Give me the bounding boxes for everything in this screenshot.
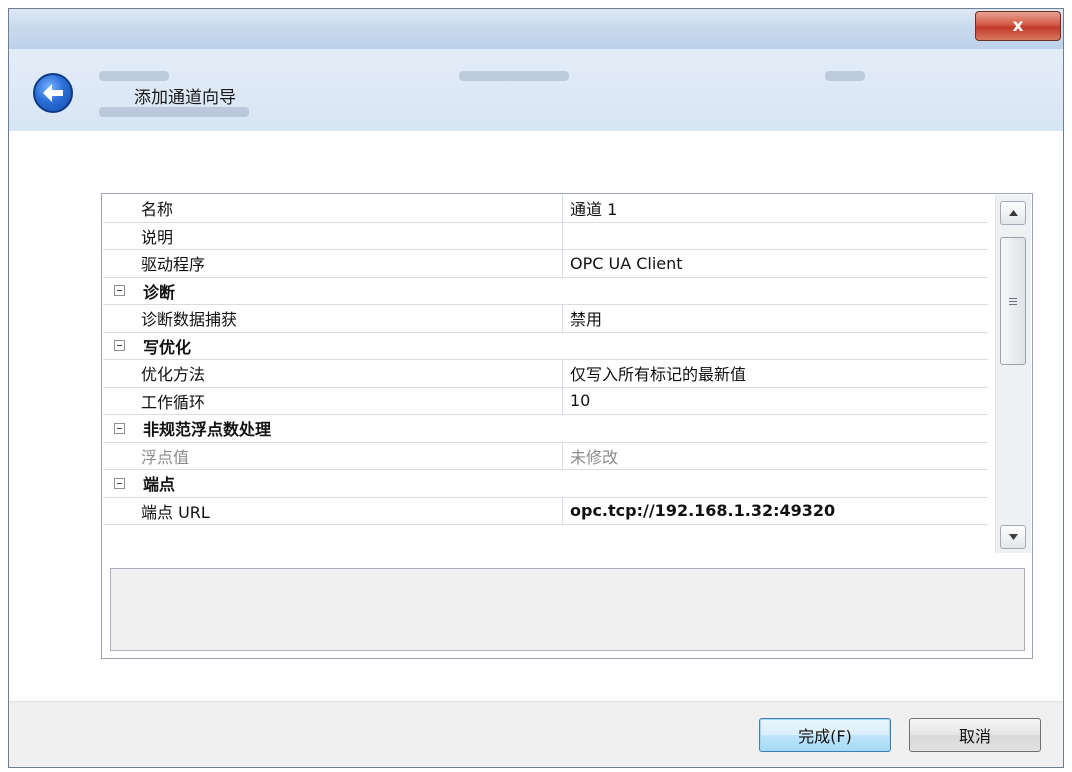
- row-margin: [103, 195, 135, 222]
- scroll-up-arrow-icon: [1008, 210, 1018, 216]
- property-name: 优化方法: [135, 360, 563, 387]
- property-name: 名称: [135, 195, 563, 222]
- category-label: 诊断: [143, 282, 176, 302]
- property-value[interactable]: 仅写入所有标记的最新值: [563, 360, 988, 387]
- collapse-minus-icon[interactable]: [113, 422, 125, 434]
- blurred-background-text: [825, 71, 865, 81]
- category-label: 端点: [143, 475, 176, 495]
- close-button[interactable]: x: [975, 11, 1061, 41]
- row-margin: [103, 305, 135, 332]
- property-name: 说明: [135, 222, 563, 249]
- add-channel-wizard-window: x 添加通道向导 名称 通道 1 说明 驱动程序 OPC UA Client 诊断诊断数据…: [8, 8, 1064, 768]
- back-button[interactable]: [33, 73, 73, 113]
- finish-button[interactable]: 完成(F): [759, 718, 891, 752]
- property-row[interactable]: 工作循环 10: [103, 387, 988, 415]
- property-name: 工作循环: [135, 387, 563, 414]
- scroll-down-button[interactable]: [1000, 525, 1026, 549]
- row-margin: [103, 442, 135, 469]
- scroll-down-arrow-icon: [1008, 534, 1018, 540]
- row-margin: [103, 497, 135, 524]
- wizard-content: 名称 通道 1 说明 驱动程序 OPC UA Client 诊断诊断数据捕获 禁用写优化优化…: [9, 131, 1063, 701]
- scrollbar-thumb[interactable]: [1000, 237, 1026, 365]
- property-category-row[interactable]: 写优化: [103, 332, 988, 360]
- property-row[interactable]: 优化方法 仅写入所有标记的最新值: [103, 360, 988, 388]
- category-label: 非规范浮点数处理: [143, 420, 272, 440]
- property-value[interactable]: opc.tcp://192.168.1.32:49320: [563, 498, 988, 525]
- scroll-up-button[interactable]: [1000, 201, 1026, 225]
- wizard-footer: 完成(F) 取消: [9, 701, 1063, 767]
- row-margin: [103, 250, 135, 277]
- property-value[interactable]: OPC UA Client: [563, 250, 988, 277]
- collapse-minus-icon[interactable]: [113, 340, 125, 352]
- property-name: 端点 URL: [135, 497, 563, 524]
- cancel-button[interactable]: 取消: [909, 718, 1041, 752]
- row-margin[interactable]: [103, 332, 135, 359]
- close-icon: x: [1012, 16, 1024, 36]
- blurred-background-text: [99, 107, 249, 117]
- blurred-background-text: [99, 71, 169, 81]
- title-bar: x: [9, 9, 1063, 49]
- property-value[interactable]: 禁用: [563, 305, 988, 332]
- property-row[interactable]: 端点 URL opc.tcp://192.168.1.32:49320: [103, 497, 988, 525]
- wizard-title: 添加通道向导: [134, 88, 236, 108]
- property-row[interactable]: 驱动程序 OPC UA Client: [103, 250, 988, 278]
- row-margin: [103, 360, 135, 387]
- property-category-row[interactable]: 端点: [103, 470, 988, 498]
- back-arrow-icon: [43, 84, 63, 102]
- property-description-pane: [110, 568, 1025, 651]
- property-row[interactable]: 诊断数据捕获 禁用: [103, 305, 988, 333]
- property-name: 驱动程序: [135, 250, 563, 277]
- property-grid: 名称 通道 1 说明 驱动程序 OPC UA Client 诊断诊断数据捕获 禁用写优化优化…: [103, 195, 988, 553]
- property-value[interactable]: [563, 223, 988, 250]
- property-category-row[interactable]: 非规范浮点数处理: [103, 415, 988, 443]
- row-margin[interactable]: [103, 277, 135, 304]
- property-name: 浮点值: [135, 442, 563, 469]
- row-margin: [103, 222, 135, 249]
- property-row[interactable]: 名称 通道 1: [103, 195, 988, 223]
- property-category-row[interactable]: 诊断: [103, 277, 988, 305]
- row-margin[interactable]: [103, 415, 135, 442]
- property-value[interactable]: 未修改: [563, 443, 988, 470]
- collapse-minus-icon[interactable]: [113, 285, 125, 297]
- property-row[interactable]: 浮点值 未修改: [103, 442, 988, 470]
- property-name: 诊断数据捕获: [135, 305, 563, 332]
- grip-icon: [1009, 297, 1017, 305]
- category-label: 写优化: [143, 337, 192, 357]
- property-row[interactable]: 说明: [103, 222, 988, 250]
- vertical-scrollbar[interactable]: [995, 195, 1031, 553]
- property-grid-frame: 名称 通道 1 说明 驱动程序 OPC UA Client 诊断诊断数据捕获 禁用写优化优化…: [101, 193, 1033, 659]
- row-margin[interactable]: [103, 470, 135, 497]
- collapse-minus-icon[interactable]: [113, 477, 125, 489]
- property-value[interactable]: 通道 1: [563, 195, 988, 222]
- property-value[interactable]: 10: [563, 388, 988, 415]
- row-margin: [103, 387, 135, 414]
- blurred-background-text: [459, 71, 569, 81]
